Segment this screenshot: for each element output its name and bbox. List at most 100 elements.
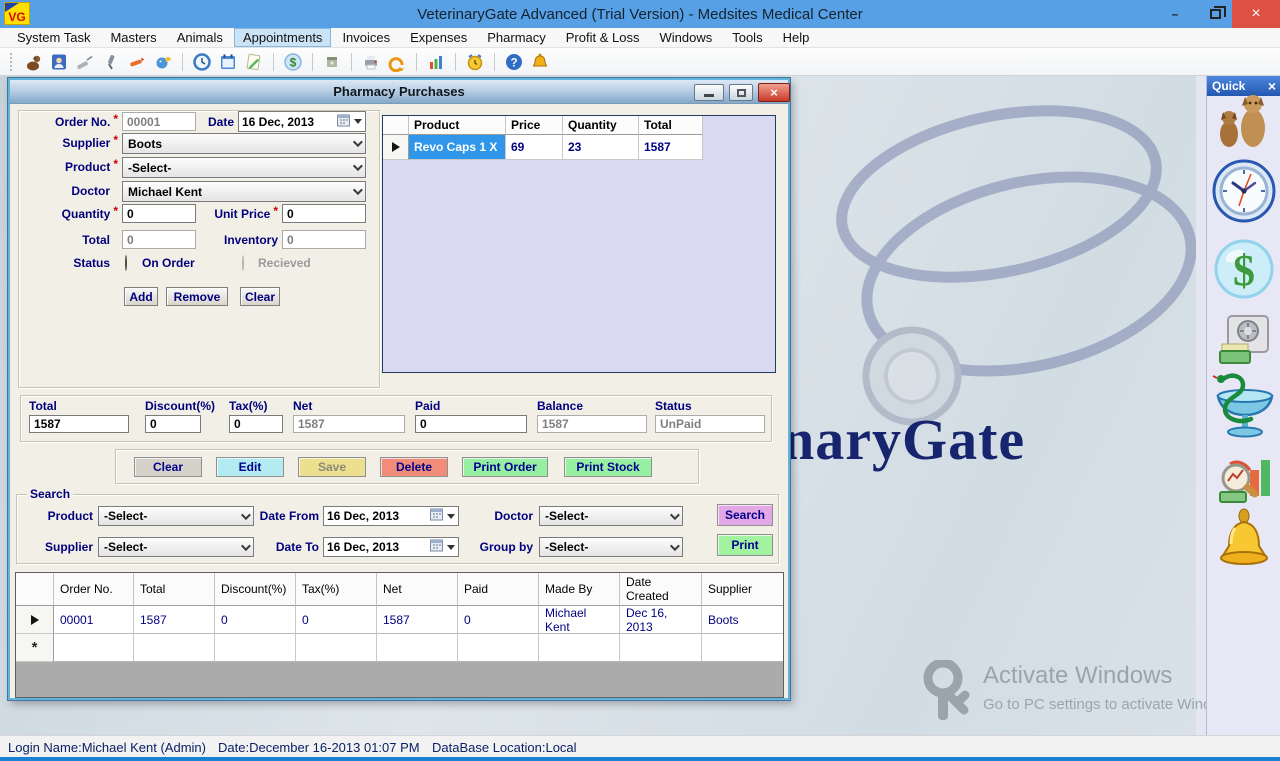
search-button[interactable]: Search: [717, 504, 773, 526]
totals-total-field[interactable]: 1587: [29, 415, 129, 433]
dog-toolbar-icon[interactable]: [23, 52, 43, 72]
menu-masters[interactable]: Masters: [101, 28, 165, 47]
cell-product[interactable]: Revo Caps 1 X: [409, 135, 506, 160]
empty-cell[interactable]: [620, 634, 702, 662]
clear-button[interactable]: Clear: [134, 457, 202, 477]
contacts-toolbar-icon[interactable]: [49, 52, 69, 72]
clock-icon[interactable]: [1211, 158, 1277, 227]
cell-date-created[interactable]: Dec 16, 2013: [620, 606, 702, 634]
supplier-dropdown[interactable]: Boots: [122, 133, 366, 154]
menu-appointments[interactable]: Appointments: [234, 28, 332, 47]
undo-toolbar-icon[interactable]: [387, 52, 407, 72]
cell-discount[interactable]: 0: [215, 606, 296, 634]
on-order-radio[interactable]: [125, 255, 127, 271]
add-button[interactable]: Add: [124, 287, 158, 306]
empty-cell[interactable]: [54, 634, 134, 662]
cell-paid[interactable]: 0: [458, 606, 539, 634]
column-header-made-by[interactable]: Made By: [539, 573, 620, 606]
chart-toolbar-icon[interactable]: [426, 52, 446, 72]
help-toolbar-icon[interactable]: ?: [504, 52, 524, 72]
product-dropdown[interactable]: -Select-: [122, 157, 366, 178]
orders-grid-data-row[interactable]: 00001 1587 0 0 1587 0 Michael Kent Dec 1…: [16, 606, 783, 634]
empty-cell[interactable]: [539, 634, 620, 662]
totals-status-field[interactable]: UnPaid: [655, 415, 765, 433]
date-picker[interactable]: 16 Dec, 2013: [238, 111, 366, 132]
dialog-maximize-button[interactable]: [729, 84, 753, 101]
menu-profit-loss[interactable]: Profit & Loss: [557, 28, 649, 47]
column-header-date-created[interactable]: Date Created: [620, 573, 702, 606]
totals-balance-field[interactable]: 1587: [537, 415, 647, 433]
column-header-order-no[interactable]: Order No.: [54, 573, 134, 606]
menu-animals[interactable]: Animals: [168, 28, 232, 47]
cell-total[interactable]: 1587: [639, 135, 703, 160]
empty-cell[interactable]: [296, 634, 377, 662]
cell-order-no[interactable]: 00001: [54, 606, 134, 634]
column-header-tax[interactable]: Tax(%): [296, 573, 377, 606]
grooming-tool-toolbar-icon[interactable]: [101, 52, 121, 72]
column-header-paid[interactable]: Paid: [458, 573, 539, 606]
invoice-toolbar-icon[interactable]: [244, 52, 264, 72]
print-stock-button[interactable]: Print Stock: [564, 457, 652, 477]
syringe-toolbar-icon[interactable]: [75, 52, 95, 72]
menu-system-task[interactable]: System Task: [8, 28, 99, 47]
cell-tax[interactable]: 0: [296, 606, 377, 634]
package-toolbar-icon[interactable]: [322, 52, 342, 72]
items-grid-data-row[interactable]: Revo Caps 1 X 69 23 1587: [383, 135, 775, 160]
print-order-button[interactable]: Print Order: [462, 457, 548, 477]
group-by-dropdown[interactable]: -Select-: [539, 537, 683, 557]
bell-toolbar-icon[interactable]: [530, 52, 550, 72]
clock-toolbar-icon[interactable]: [192, 52, 212, 72]
unit-price-field[interactable]: 0: [282, 204, 366, 223]
remove-button[interactable]: Remove: [166, 287, 228, 306]
empty-cell[interactable]: [134, 634, 215, 662]
menu-expenses[interactable]: Expenses: [401, 28, 476, 47]
date-to-picker[interactable]: 16 Dec, 2013: [323, 537, 459, 557]
menu-windows[interactable]: Windows: [650, 28, 721, 47]
empty-cell[interactable]: [702, 634, 783, 662]
money-toolbar-icon[interactable]: $: [283, 52, 303, 72]
edit-button[interactable]: Edit: [216, 457, 284, 477]
cell-quantity[interactable]: 23: [563, 135, 639, 160]
clear-items-button[interactable]: Clear: [240, 287, 280, 306]
restore-button[interactable]: [1198, 0, 1232, 28]
totals-paid-field[interactable]: 0: [415, 415, 527, 433]
bell-icon[interactable]: [1215, 508, 1273, 573]
search-product-dropdown[interactable]: -Select-: [98, 506, 254, 526]
column-header-price[interactable]: Price: [506, 116, 563, 135]
menu-help[interactable]: Help: [774, 28, 819, 47]
alarm-toolbar-icon[interactable]: [465, 52, 485, 72]
cell-price[interactable]: 69: [506, 135, 563, 160]
date-from-picker[interactable]: 16 Dec, 2013: [323, 506, 459, 526]
dialog-close-button[interactable]: ×: [758, 83, 790, 102]
order-no-field[interactable]: 00001: [122, 112, 196, 131]
menu-pharmacy[interactable]: Pharmacy: [478, 28, 555, 47]
received-radio[interactable]: [242, 255, 244, 271]
money-safe-icon[interactable]: [1216, 314, 1272, 369]
dollar-icon[interactable]: $: [1213, 238, 1275, 303]
print-toolbar-icon[interactable]: [361, 52, 381, 72]
print-button[interactable]: Print: [717, 534, 773, 556]
menu-invoices[interactable]: Invoices: [333, 28, 399, 47]
totals-net-field[interactable]: 1587: [293, 415, 405, 433]
cell-net[interactable]: 1587: [377, 606, 458, 634]
dialog-titlebar[interactable]: Pharmacy Purchases: [10, 80, 788, 104]
column-header-product[interactable]: Product: [409, 116, 506, 135]
quantity-field[interactable]: 0: [122, 204, 196, 223]
dogs-icon[interactable]: [1216, 90, 1272, 151]
pharmacy-bowl-icon[interactable]: [1210, 370, 1278, 447]
dialog-minimize-button[interactable]: [694, 84, 724, 101]
totals-discount-field[interactable]: 0: [145, 415, 201, 433]
column-header-net[interactable]: Net: [377, 573, 458, 606]
minimize-button[interactable]: –: [1158, 0, 1192, 28]
column-header-discount[interactable]: Discount(%): [215, 573, 296, 606]
orders-grid-new-row[interactable]: *: [16, 634, 783, 662]
close-button[interactable]: ×: [1232, 0, 1280, 28]
column-header-quantity[interactable]: Quantity: [563, 116, 639, 135]
search-doctor-dropdown[interactable]: -Select-: [539, 506, 683, 526]
empty-cell[interactable]: [377, 634, 458, 662]
column-header-supplier[interactable]: Supplier: [702, 573, 783, 606]
search-supplier-dropdown[interactable]: -Select-: [98, 537, 254, 557]
column-header-total[interactable]: Total: [639, 116, 703, 135]
pen-toolbar-icon[interactable]: [127, 52, 147, 72]
cell-made-by[interactable]: Michael Kent: [539, 606, 620, 634]
